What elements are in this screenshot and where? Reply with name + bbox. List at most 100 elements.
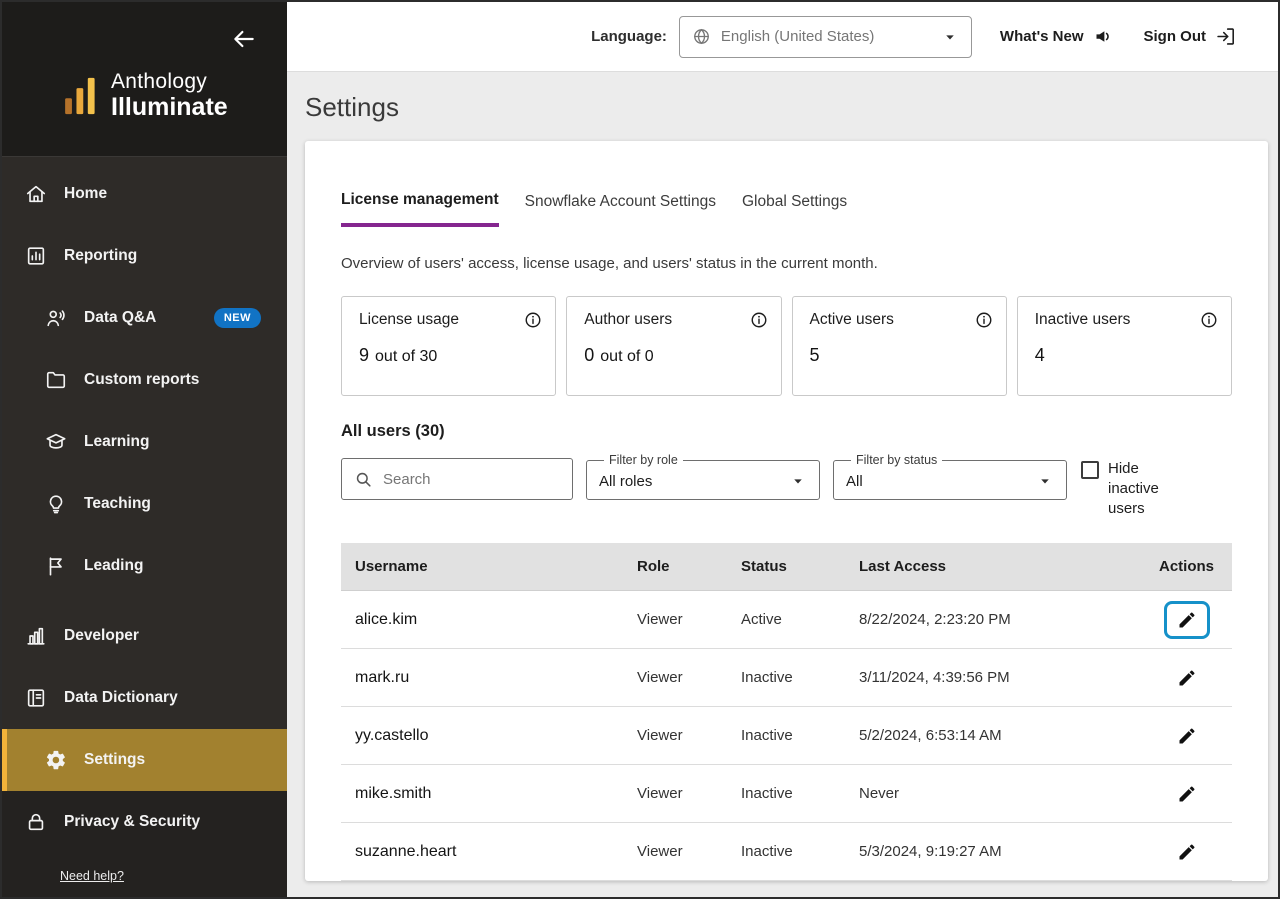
sidebar-item-label: Teaching bbox=[84, 495, 151, 513]
edit-user-button[interactable] bbox=[1164, 601, 1210, 639]
search-box bbox=[341, 458, 573, 500]
sidebar-item-home[interactable]: Home bbox=[2, 163, 287, 225]
language-label: Language: bbox=[591, 28, 667, 45]
cell-last-access: Never bbox=[859, 785, 1159, 802]
cell-role: Viewer bbox=[637, 669, 741, 686]
stat-suffix: out of 0 bbox=[600, 348, 653, 366]
table-header: Username Role Status Last Access Actions bbox=[341, 543, 1232, 591]
whats-new-button[interactable]: What's New bbox=[1000, 26, 1114, 47]
home-icon bbox=[24, 182, 48, 206]
cell-role: Viewer bbox=[637, 843, 741, 860]
stat-cards: License usage 9 out of 30 Author users bbox=[341, 296, 1232, 396]
content-area: Language: English (United States) What's… bbox=[287, 2, 1278, 897]
hide-inactive-group: Hide inactive users bbox=[1081, 459, 1172, 519]
hide-inactive-checkbox[interactable] bbox=[1081, 461, 1099, 479]
folder-icon bbox=[44, 368, 68, 392]
table-row: yy.castello Viewer Inactive 5/2/2024, 6:… bbox=[341, 707, 1232, 765]
info-icon[interactable] bbox=[524, 311, 542, 329]
sidebar-item-reporting[interactable]: Reporting bbox=[2, 225, 287, 287]
filter-role-select[interactable]: Filter by role All roles bbox=[586, 453, 820, 500]
stat-value: 9 out of 30 bbox=[359, 345, 542, 366]
hide-inactive-label: Hide inactive users bbox=[1108, 459, 1172, 519]
stat-title: Author users bbox=[584, 311, 672, 329]
stat-card-license-usage: License usage 9 out of 30 bbox=[341, 296, 556, 396]
edit-user-button[interactable] bbox=[1164, 775, 1210, 813]
filter-role-value: All roles bbox=[599, 473, 652, 490]
overview-text: Overview of users' access, license usage… bbox=[341, 255, 1232, 272]
col-header-actions: Actions bbox=[1159, 558, 1244, 575]
sidebar-item-label: Custom reports bbox=[84, 371, 199, 389]
stat-value: 5 bbox=[810, 345, 993, 366]
col-header-status: Status bbox=[741, 558, 859, 575]
cell-status: Inactive bbox=[741, 843, 859, 860]
sidebar-item-label: Data Q&A bbox=[84, 309, 156, 327]
sidebar-item-label: Home bbox=[64, 185, 107, 203]
sidebar-item-label: Settings bbox=[84, 751, 145, 769]
sidebar-item-developer[interactable]: Developer bbox=[2, 605, 287, 667]
stat-number: 9 bbox=[359, 345, 369, 366]
users-table: Username Role Status Last Access Actions… bbox=[341, 543, 1232, 881]
sidebar-item-learning[interactable]: Learning bbox=[2, 411, 287, 473]
sidebar-item-custom-reports[interactable]: Custom reports bbox=[2, 349, 287, 411]
chevron-down-icon bbox=[1036, 472, 1054, 490]
stat-card-inactive-users: Inactive users 4 bbox=[1017, 296, 1232, 396]
sidebar-item-label: Leading bbox=[84, 557, 143, 575]
search-input[interactable] bbox=[383, 471, 543, 488]
app-window: Anthology Illuminate Home Reporting Data… bbox=[0, 0, 1280, 899]
cell-username: yy.castello bbox=[341, 727, 637, 745]
stat-number: 0 bbox=[584, 345, 594, 366]
logo-line1: Anthology bbox=[111, 70, 228, 93]
info-icon[interactable] bbox=[750, 311, 768, 329]
sign-out-button[interactable]: Sign Out bbox=[1144, 26, 1237, 47]
info-icon[interactable] bbox=[975, 311, 993, 329]
stat-title: License usage bbox=[359, 311, 459, 329]
sign-out-icon bbox=[1215, 26, 1236, 47]
cell-username: alice.kim bbox=[341, 611, 637, 629]
cell-status: Inactive bbox=[741, 785, 859, 802]
sidebar-item-teaching[interactable]: Teaching bbox=[2, 473, 287, 535]
language-select[interactable]: English (United States) bbox=[679, 16, 972, 58]
pencil-icon bbox=[1177, 842, 1197, 862]
sidebar-item-label: Reporting bbox=[64, 247, 137, 265]
cell-role: Viewer bbox=[637, 785, 741, 802]
pencil-icon bbox=[1177, 726, 1197, 746]
logo-line2: Illuminate bbox=[111, 93, 228, 122]
cell-role: Viewer bbox=[637, 727, 741, 744]
edit-user-button[interactable] bbox=[1164, 659, 1210, 697]
filter-status-select[interactable]: Filter by status All bbox=[833, 453, 1067, 500]
tab-global-settings[interactable]: Global Settings bbox=[742, 191, 847, 227]
edit-user-button[interactable] bbox=[1164, 717, 1210, 755]
lightbulb-icon bbox=[44, 492, 68, 516]
stat-title: Active users bbox=[810, 311, 894, 329]
sidebar-item-data-qa[interactable]: Data Q&A NEW bbox=[2, 287, 287, 349]
cell-username: mike.smith bbox=[341, 785, 637, 803]
tab-license-management[interactable]: License management bbox=[341, 191, 499, 227]
stat-card-active-users: Active users 5 bbox=[792, 296, 1007, 396]
main: Settings License management Snowflake Ac… bbox=[287, 72, 1278, 897]
info-icon[interactable] bbox=[1200, 311, 1218, 329]
cell-last-access: 5/3/2024, 9:19:27 AM bbox=[859, 843, 1159, 860]
globe-icon bbox=[692, 27, 711, 46]
cell-status: Inactive bbox=[741, 669, 859, 686]
edit-user-button[interactable] bbox=[1164, 833, 1210, 871]
cell-last-access: 8/22/2024, 2:23:20 PM bbox=[859, 611, 1159, 628]
tab-snowflake-account-settings[interactable]: Snowflake Account Settings bbox=[525, 191, 716, 227]
sidebar-item-leading[interactable]: Leading bbox=[2, 535, 287, 597]
sidebar-item-data-dictionary[interactable]: Data Dictionary bbox=[2, 667, 287, 729]
filter-role-label: Filter by role bbox=[604, 453, 683, 467]
gear-icon bbox=[44, 748, 68, 772]
megaphone-icon bbox=[1093, 26, 1114, 47]
stat-suffix: out of 30 bbox=[375, 348, 437, 366]
anthology-illuminate-logo: Anthology Illuminate bbox=[64, 70, 228, 122]
sidebar-item-settings[interactable]: Settings bbox=[2, 729, 287, 791]
collapse-sidebar-button[interactable] bbox=[231, 24, 261, 54]
page-title: Settings bbox=[305, 92, 1268, 123]
arrow-left-icon bbox=[231, 26, 261, 52]
sidebar-item-privacy-security[interactable]: Privacy & Security bbox=[2, 791, 287, 853]
need-help-link[interactable]: Need help? bbox=[60, 869, 124, 883]
sidebar-item-label: Privacy & Security bbox=[64, 813, 200, 831]
pencil-icon bbox=[1177, 668, 1197, 688]
all-users-heading: All users (30) bbox=[341, 422, 1232, 441]
chevron-down-icon bbox=[789, 472, 807, 490]
sign-out-label: Sign Out bbox=[1144, 28, 1207, 45]
